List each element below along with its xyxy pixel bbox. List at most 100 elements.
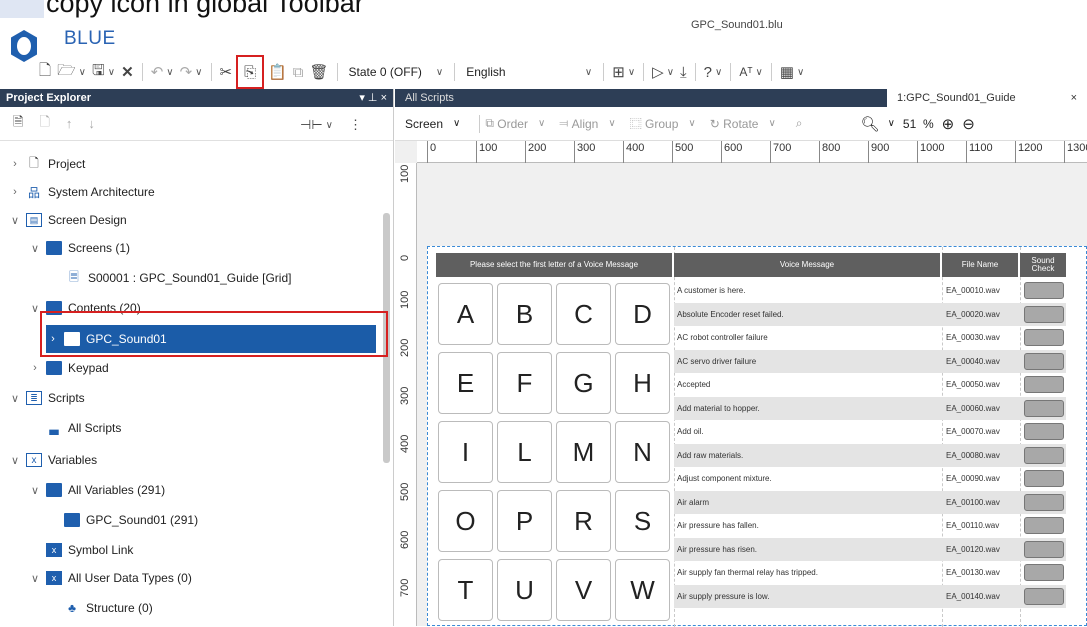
letter-button-u[interactable]: U — [497, 559, 552, 621]
copy-icon[interactable]: ⎘ — [236, 55, 265, 89]
tree-item-screen-design[interactable]: ∨ ▤ Screen Design — [8, 207, 127, 233]
ruler-tick — [770, 141, 771, 163]
move-down-icon[interactable]: ↓ — [85, 112, 98, 136]
state-select[interactable]: State 0 (OFF) ∨ — [343, 60, 450, 84]
new-file-icon[interactable]: 🗋 — [36, 60, 54, 84]
letter-button-d[interactable]: D — [615, 283, 670, 345]
letter-button-l[interactable]: L — [497, 421, 552, 483]
sound-check-button[interactable] — [1024, 446, 1064, 464]
chevron-down-icon[interactable]: ∨ — [8, 454, 22, 467]
letter-button-a[interactable]: A — [438, 283, 493, 345]
screen-canvas[interactable]: Please select the first letter of a Voic… — [427, 246, 1087, 627]
paste-icon[interactable]: 📋 — [265, 60, 290, 84]
letter-button-t[interactable]: T — [438, 559, 493, 621]
undo-icon[interactable]: ↶ ∨ — [148, 60, 177, 84]
tree-item-gpc-sound01-vars[interactable]: GPC_Sound01 (291) — [60, 507, 198, 533]
chevron-down-icon[interactable]: ∨ — [28, 572, 42, 585]
tree-item-project[interactable]: › 🗋 Project — [8, 151, 85, 177]
more-icon[interactable]: ⋮ — [346, 113, 365, 137]
tree-item-symbol-link[interactable]: x Symbol Link — [42, 537, 133, 563]
save-icon[interactable]: 🖫 ∨ — [89, 60, 118, 84]
open-icon[interactable]: 🗁 ∨ — [54, 60, 89, 84]
grid-icon[interactable]: ▦ ∨ — [777, 60, 808, 84]
letter-button-s[interactable]: S — [615, 490, 670, 552]
chevron-right-icon[interactable]: › — [8, 186, 22, 198]
sound-check-button[interactable] — [1024, 282, 1064, 299]
tab-all-scripts[interactable]: All Scripts — [405, 92, 454, 104]
find-icon[interactable]: ⌕ — [796, 116, 803, 131]
chevron-right-icon[interactable]: › — [28, 362, 42, 374]
sound-check-button[interactable] — [1024, 329, 1064, 346]
toolbar-separator — [141, 63, 143, 81]
tree-item-keypad[interactable]: › Keypad — [28, 355, 109, 381]
panel-pin-close[interactable]: ▾ ⊥ × — [359, 89, 387, 107]
tab-gpc-sound01-guide[interactable]: 1:GPC_Sound01_Guide × — [887, 89, 1087, 107]
delete-icon[interactable]: 🗑 — [307, 60, 332, 84]
sound-check-button[interactable] — [1024, 493, 1064, 511]
chevron-down-icon[interactable]: ∨ — [28, 484, 42, 497]
tree-item-all-scripts[interactable]: ▃ All Scripts — [42, 415, 121, 441]
language-select[interactable]: English ∨ — [460, 60, 598, 84]
sound-check-button[interactable] — [1024, 352, 1064, 370]
screen-menu[interactable]: Screen ∨ — [405, 117, 468, 131]
letter-button-g[interactable]: G — [556, 352, 611, 414]
zoom-in-icon[interactable]: ⊕ — [942, 115, 955, 133]
close-icon[interactable]: ✕ — [118, 60, 137, 84]
zoom-reset-icon[interactable]: ⊖ — [962, 115, 975, 133]
tree-item-variables[interactable]: ∨ x Variables — [8, 447, 97, 473]
letter-button-c[interactable]: C — [556, 283, 611, 345]
letter-button-h[interactable]: H — [615, 352, 670, 414]
zoom-control[interactable]: 🔍︎ ∨ 51 % ⊕ ⊖ — [861, 115, 975, 133]
layout-icon[interactable]: ⊞ ∨ — [609, 60, 638, 84]
help-icon[interactable]: ? ∨ — [701, 60, 726, 84]
rename-icon[interactable]: 🗋 — [36, 112, 52, 136]
sound-check-button[interactable] — [1024, 517, 1064, 534]
close-tab-icon[interactable]: × — [1071, 89, 1077, 107]
rotate-menu[interactable]: ↻ Rotate ∨ — [710, 117, 784, 131]
align-menu[interactable]: ⫤ Align ∨ — [559, 116, 623, 131]
collapse-icon[interactable]: ⊣⊢ ∨ — [297, 113, 336, 137]
sound-check-button[interactable] — [1024, 564, 1064, 581]
zoom-out-icon[interactable]: 🔍︎ — [861, 115, 880, 133]
new-item-icon[interactable]: 🗎 — [10, 112, 26, 136]
tree-item-user-data-types[interactable]: ∨ x All User Data Types (0) — [28, 565, 192, 591]
chevron-down-icon[interactable]: ∨ — [8, 392, 22, 405]
letter-button-m[interactable]: M — [556, 421, 611, 483]
chevron-down-icon[interactable]: ∨ — [8, 214, 22, 227]
file-name-cell: EA_00040.wav — [946, 356, 1000, 366]
run-icon[interactable]: ▷ ∨ — [649, 60, 677, 84]
letter-button-f[interactable]: F — [497, 352, 552, 414]
letter-button-e[interactable]: E — [438, 352, 493, 414]
letter-button-b[interactable]: B — [497, 283, 552, 345]
sound-check-button[interactable] — [1024, 376, 1064, 393]
sound-check-button[interactable] — [1024, 587, 1064, 605]
download-icon[interactable]: ⤓ — [677, 60, 690, 84]
order-menu[interactable]: ⧉ Order ∨ — [485, 116, 553, 131]
sound-check-button[interactable] — [1024, 470, 1064, 487]
tree-item-screens[interactable]: ∨ Screens (1) — [28, 235, 130, 261]
duplicate-icon[interactable]: ⧉ — [290, 60, 307, 84]
chevron-right-icon[interactable]: › — [8, 158, 22, 170]
letter-button-p[interactable]: P — [497, 490, 552, 552]
sound-check-button[interactable] — [1024, 540, 1064, 558]
tree-item-system-architecture[interactable]: › 品 System Architecture — [8, 179, 155, 205]
tree-item-structure[interactable]: ♣ Structure (0) — [60, 595, 153, 621]
sound-check-button[interactable] — [1024, 399, 1064, 417]
sound-check-button[interactable] — [1024, 305, 1064, 323]
letter-button-r[interactable]: R — [556, 490, 611, 552]
tree-item-scripts[interactable]: ∨ ≣ Scripts — [8, 385, 85, 411]
letter-button-o[interactable]: O — [438, 490, 493, 552]
cut-icon[interactable]: ✂ — [217, 60, 236, 84]
letter-button-v[interactable]: V — [556, 559, 611, 621]
tree-item-all-variables[interactable]: ∨ All Variables (291) — [28, 477, 165, 503]
chevron-down-icon[interactable]: ∨ — [28, 242, 42, 255]
move-up-icon[interactable]: ↑ — [63, 112, 76, 136]
letter-button-n[interactable]: N — [615, 421, 670, 483]
font-icon[interactable]: Aᵀ ∨ — [736, 60, 766, 84]
letter-button-i[interactable]: I — [438, 421, 493, 483]
tree-item-screen-s00001[interactable]: 🗏 S00001 : GPC_Sound01_Guide [Grid] — [62, 265, 291, 291]
sound-check-button[interactable] — [1024, 423, 1064, 440]
group-menu[interactable]: ⿴ Group ∨ — [630, 115, 704, 132]
redo-icon[interactable]: ↷ ∨ — [177, 60, 206, 84]
letter-button-w[interactable]: W — [615, 559, 670, 621]
